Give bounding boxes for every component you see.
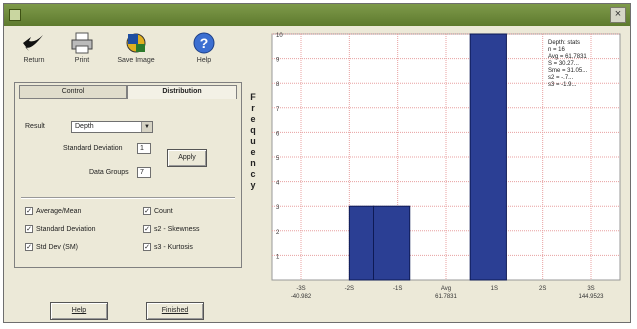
x-tick-label: 61.7831 <box>435 294 457 300</box>
chevron-down-icon: ▼ <box>141 122 152 132</box>
apply-button[interactable]: Apply <box>167 149 207 167</box>
checkbox-box: ✓ <box>143 207 151 215</box>
checkbox-box: ✓ <box>143 243 151 251</box>
histogram-bar <box>348 205 375 281</box>
x-tick-label: -2S <box>345 286 354 292</box>
checkbox-box: ✓ <box>25 243 33 251</box>
app-icon <box>9 9 21 21</box>
toolbar: Return Print Save Image ? Help <box>4 28 244 74</box>
distribution-chart: 1 2 3 4 5 6 7 8 9 10 -3S -40.982 -2S -1S Avg 61.7831 1S 2… <box>262 28 628 320</box>
svg-text:?: ? <box>200 35 209 51</box>
analysis-window: × Return Print Save Image ? Help Control… <box>3 3 631 323</box>
histogram-bar <box>373 205 411 281</box>
checkbox-box: ✓ <box>25 225 33 233</box>
x-tick-label: -40.982 <box>291 294 312 300</box>
checkbox-label: Standard Deviation <box>36 225 96 233</box>
x-tick-label: 144.9523 <box>578 294 604 300</box>
std-dev-sm-checkbox[interactable]: ✓ Std Dev (SM) <box>25 243 78 251</box>
checkbox-label: s2 - Skewness <box>154 225 200 233</box>
data-groups-label: Data Groups <box>89 169 129 176</box>
checkbox-label: Count <box>154 207 173 215</box>
return-label: Return <box>23 57 45 64</box>
histogram-bar <box>469 33 507 281</box>
stats-line: n = 16 <box>548 47 566 53</box>
std-dev-input[interactable]: 1 <box>137 143 151 154</box>
return-arrow-icon <box>23 35 43 51</box>
save-image-icon <box>126 33 146 53</box>
stats-line: Depth: stats <box>548 40 580 46</box>
tab-distribution[interactable]: Distribution <box>127 85 237 99</box>
stats-line: s2 = -.7... <box>548 75 574 81</box>
data-groups-input[interactable]: 7 <box>137 167 151 178</box>
y-axis-title: Frequency <box>250 92 256 190</box>
save-image-label: Save Image <box>117 57 155 64</box>
return-button[interactable]: Return <box>10 28 58 74</box>
count-checkbox[interactable]: ✓ Count <box>143 207 173 215</box>
print-label: Print <box>74 57 90 64</box>
result-select[interactable]: Depth ▼ <box>71 121 153 133</box>
kurtosis-checkbox[interactable]: ✓ s3 - Kurtosis <box>143 243 193 251</box>
settings-panel: Control Distribution Result Depth ▼ Stan… <box>14 82 242 268</box>
x-tick-label: 1S <box>491 286 498 292</box>
checkbox-box: ✓ <box>25 207 33 215</box>
finished-button[interactable]: Finished <box>146 302 204 320</box>
printer-icon <box>71 32 93 54</box>
skewness-checkbox[interactable]: ✓ s2 - Skewness <box>143 225 200 233</box>
x-tick-label: 2S <box>539 286 546 292</box>
help-toolbar-button[interactable]: ? Help <box>180 28 228 74</box>
x-tick-label: Avg <box>441 286 451 292</box>
checkbox-box: ✓ <box>143 225 151 233</box>
standard-deviation-checkbox[interactable]: ✓ Standard Deviation <box>25 225 96 233</box>
help-button[interactable]: Help <box>50 302 108 320</box>
y-tick-label: 10 <box>276 33 283 39</box>
x-tick-label: 3S <box>587 286 594 292</box>
help-toolbar-label: Help <box>196 57 212 64</box>
tab-control[interactable]: Control <box>19 85 127 99</box>
panel-divider <box>21 197 235 199</box>
save-image-button[interactable]: Save Image <box>112 28 160 74</box>
stats-line: s3 = -1.9... <box>548 82 577 88</box>
x-tick-label: -1S <box>393 286 402 292</box>
title-bar: × <box>4 4 630 26</box>
x-tick-label: -3S <box>296 286 305 292</box>
chart-svg: 12345678910-3S-40.982-2S -1S Avg61.78311S 2… <box>271 33 621 300</box>
help-icon: ? <box>193 32 215 54</box>
stats-line: Sme = 31.05... <box>548 68 588 74</box>
stats-line: S = 30.27... <box>548 61 579 67</box>
average-mean-checkbox[interactable]: ✓ Average/Mean <box>25 207 81 215</box>
result-label: Result <box>25 123 45 130</box>
checkbox-label: s3 - Kurtosis <box>154 243 193 251</box>
result-select-value: Depth <box>75 123 94 130</box>
close-button[interactable]: × <box>610 7 626 23</box>
stats-line: Avg = 61.7831 <box>548 54 587 60</box>
print-button[interactable]: Print <box>58 28 106 74</box>
std-dev-label: Standard Deviation <box>63 145 123 152</box>
checkbox-label: Std Dev (SM) <box>36 243 79 251</box>
checkbox-label: Average/Mean <box>36 207 82 215</box>
